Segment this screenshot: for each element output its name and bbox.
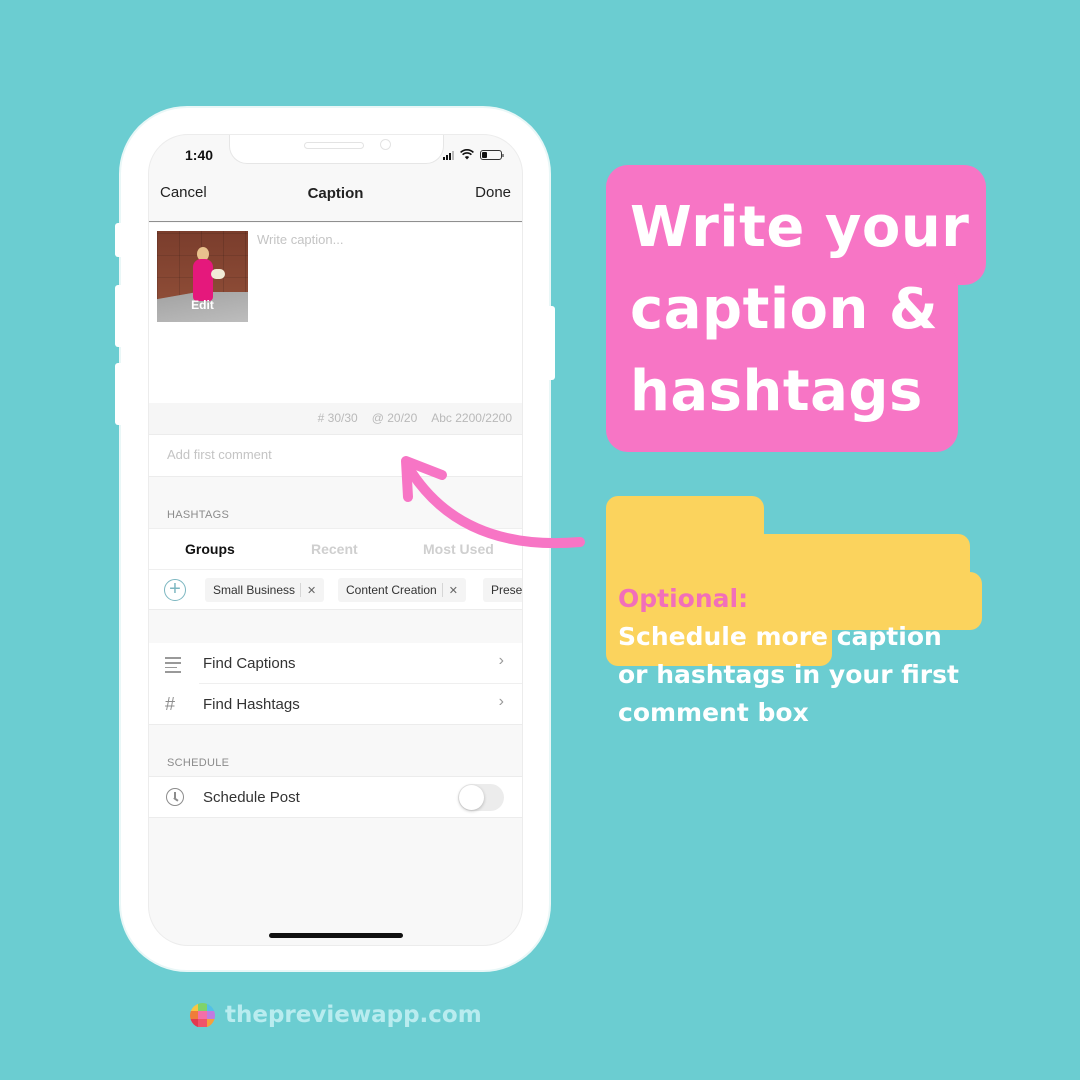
caption-input[interactable] — [257, 232, 512, 247]
schedule-post-toggle[interactable] — [458, 784, 504, 811]
schedule-post-label: Schedule Post — [203, 789, 300, 806]
speaker — [304, 142, 364, 149]
optional-callout: Optional: Schedule more caption or hashta… — [606, 496, 982, 727]
post-thumbnail[interactable]: Edit — [157, 231, 248, 322]
edit-thumbnail-label[interactable]: Edit — [157, 298, 248, 312]
find-captions-item[interactable]: Find Captions › — [149, 643, 522, 684]
page-title: Caption — [307, 185, 364, 202]
chip-label: Preset — [491, 583, 522, 597]
notch — [229, 135, 444, 164]
home-indicator — [269, 933, 403, 938]
find-hashtags-item[interactable]: # Find Hashtags › — [149, 684, 522, 725]
headline-text: Write your caption & hashtags — [630, 195, 970, 424]
chevron-right-icon: › — [498, 693, 504, 710]
front-camera — [380, 139, 391, 150]
volume-down-button — [115, 363, 121, 425]
character-counter: Abc 2200/2200 — [431, 411, 512, 425]
tab-groups[interactable]: Groups — [185, 541, 235, 557]
hash-icon: # — [165, 694, 176, 714]
wifi-icon — [460, 149, 474, 161]
hashtag-groups: + Small Business ✕ Content Creation ✕ Pr… — [149, 570, 522, 610]
website-link[interactable]: thepreviewapp.com — [225, 1002, 482, 1028]
status-icons — [443, 149, 504, 161]
find-captions-label: Find Captions — [203, 655, 296, 672]
find-hashtags-label: Find Hashtags — [203, 696, 300, 713]
remove-chip-icon[interactable]: ✕ — [449, 584, 458, 597]
signal-icon — [443, 150, 454, 160]
app-logo-icon — [190, 1002, 215, 1028]
headline-callout: Write your caption & hashtags — [606, 165, 986, 452]
hashtags-section-label: HASHTAGS — [167, 509, 230, 521]
counters-bar: # 30/30 @ 20/20 Abc 2200/2200 — [149, 403, 522, 435]
tab-recent[interactable]: Recent — [311, 541, 358, 557]
caption-area: Edit — [149, 223, 522, 403]
chip-label: Content Creation — [346, 583, 437, 597]
battery-icon — [480, 150, 504, 160]
hashtag-group-chip[interactable]: Small Business ✕ — [205, 578, 325, 602]
optional-label: Optional: — [618, 584, 749, 613]
hashtag-group-chip[interactable]: Content Creation ✕ — [338, 578, 466, 602]
add-group-icon[interactable]: + — [164, 579, 186, 601]
schedule-list: Schedule Post — [149, 776, 522, 818]
status-time: 1:40 — [185, 147, 214, 163]
mute-switch — [115, 223, 121, 257]
power-button — [549, 306, 555, 380]
clock-icon — [166, 788, 184, 806]
remove-chip-icon[interactable]: ✕ — [307, 584, 316, 597]
tools-list: Find Captions › # Find Hashtags › — [149, 643, 522, 725]
chevron-right-icon: › — [498, 652, 504, 669]
nav-bar: Cancel Caption Done — [149, 175, 522, 222]
mention-counter: @ 20/20 — [371, 411, 418, 425]
volume-up-button — [115, 285, 121, 347]
footer-brand: thepreviewapp.com — [190, 1002, 482, 1028]
done-button[interactable]: Done — [475, 184, 511, 201]
pointer-arrow-icon — [401, 456, 585, 549]
schedule-section-label: SCHEDULE — [167, 757, 230, 769]
hashtag-counter: # 30/30 — [317, 411, 358, 425]
hashtag-group-chip[interactable]: Preset — [483, 578, 522, 602]
chip-label: Small Business — [213, 583, 296, 597]
optional-text: Schedule more caption or hashtags in you… — [618, 622, 959, 727]
lines-icon — [165, 653, 183, 673]
